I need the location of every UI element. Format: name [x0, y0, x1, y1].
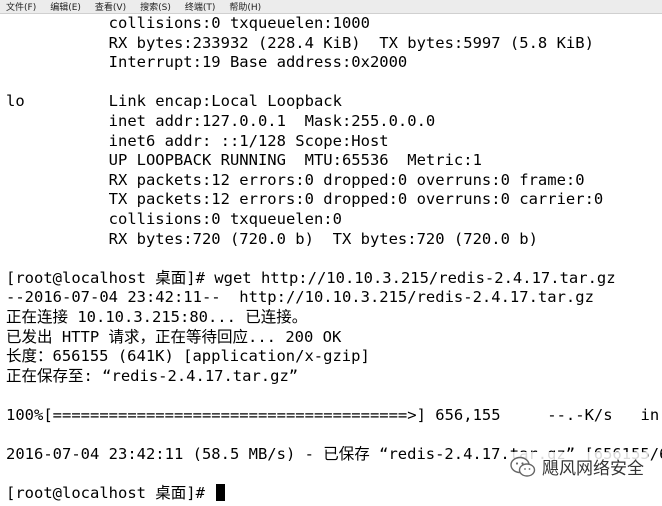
terminal-line: 正在保存至: “redis-2.4.17.tar.gz”	[6, 366, 299, 385]
menu-edit[interactable]: 编辑(E)	[50, 0, 81, 13]
terminal-line: inet6 addr: ::1/128 Scope:Host	[6, 131, 389, 150]
terminal-line: inet addr:127.0.0.1 Mask:255.0.0.0	[6, 111, 436, 130]
terminal-line: 长度：656155 (641K) [application/x-gzip]	[6, 347, 370, 366]
terminal-output[interactable]: collisions:0 txqueuelen:1000 RX bytes:23…	[0, 14, 662, 506]
menu-bar: 文件(F) 编辑(E) 查看(V) 搜索(S) 终端(T) 帮助(H)	[0, 0, 662, 14]
menu-terminal[interactable]: 终端(T)	[185, 0, 216, 13]
terminal-line: collisions:0 txqueuelen:1000	[6, 14, 370, 32]
menu-search[interactable]: 搜索(S)	[140, 0, 171, 13]
menu-file[interactable]: 文件(F)	[6, 0, 36, 13]
terminal-line: RX packets:12 errors:0 dropped:0 overrun…	[6, 170, 585, 189]
terminal-line: TX packets:12 errors:0 dropped:0 overrun…	[6, 190, 604, 209]
terminal-line: UP LOOPBACK RUNNING MTU:65536 Metric:1	[6, 151, 482, 170]
terminal-command-line: [root@localhost 桌面]# wget http://10.10.3…	[6, 268, 616, 287]
text-cursor	[216, 484, 226, 502]
menu-view[interactable]: 查看(V)	[95, 0, 126, 13]
download-progress-line: 100%[===================================…	[6, 405, 662, 424]
shell-prompt: [root@localhost 桌面]#	[6, 484, 215, 503]
terminal-line: --2016-07-04 23:42:11-- http://10.10.3.2…	[6, 288, 594, 307]
terminal-line: 已发出 HTTP 请求，正在等待回应... 200 OK	[6, 327, 342, 346]
terminal-line: RX bytes:233932 (228.4 KiB) TX bytes:599…	[6, 33, 594, 52]
terminal-line: 正在连接 10.10.3.215:80... 已连接。	[6, 307, 308, 326]
wechat-icon	[510, 456, 536, 477]
terminal-line: RX bytes:720 (720.0 b) TX bytes:720 (720…	[6, 229, 538, 248]
terminal-prompt-line[interactable]: [root@localhost 桌面]#	[6, 484, 662, 504]
watermark: 飓风网络安全	[506, 452, 648, 481]
terminal-line: Interrupt:19 Base address:0x2000	[6, 53, 408, 72]
menu-help[interactable]: 帮助(H)	[229, 0, 261, 13]
terminal-line: collisions:0 txqueuelen:0	[6, 209, 342, 228]
terminal-line: lo Link encap:Local Loopback	[6, 92, 342, 111]
watermark-text: 飓风网络安全	[542, 459, 644, 479]
